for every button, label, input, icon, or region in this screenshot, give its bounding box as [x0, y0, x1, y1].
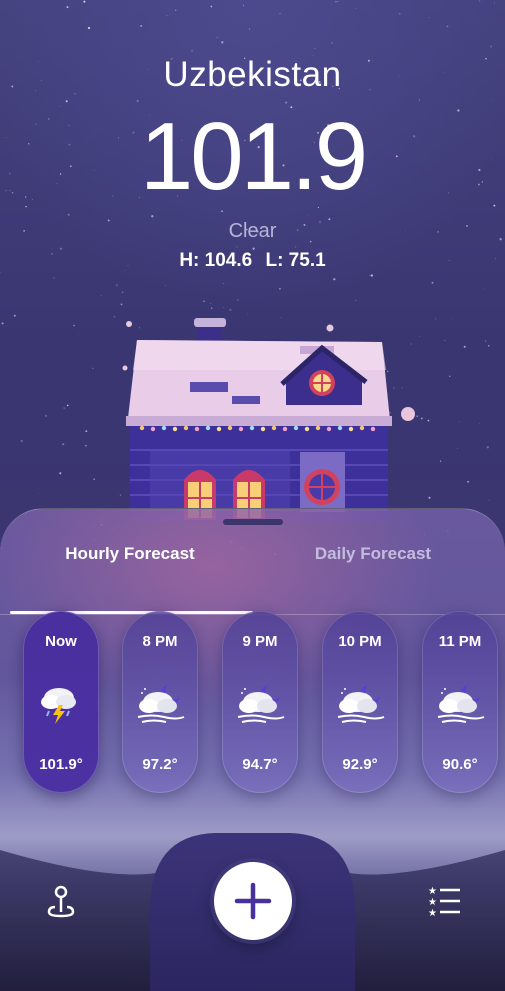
list-icon[interactable]: ★ ★ ★: [425, 882, 465, 922]
hourly-item-10pm[interactable]: 10 PM 92.9°: [322, 611, 398, 793]
night-cloud-wind-icon: [437, 685, 485, 723]
weather-screen: Uzbekistan 101.9 Clear H: 104.6 L: 75.1: [0, 0, 505, 991]
night-cloud-wind-icon: [237, 685, 285, 723]
hourly-time: Now: [45, 633, 77, 650]
hourly-time: 8 PM: [142, 633, 178, 650]
hourly-time: 9 PM: [242, 633, 278, 650]
hourly-temperature: 94.7°: [242, 756, 278, 773]
forecast-tabs: Hourly Forecast Daily Forecast: [0, 539, 505, 615]
hourly-temperature: 101.9°: [39, 756, 83, 773]
hourly-forecast-list: Now 101.9° 8 PM 97.2° 9 PM 94.7° 10 PM 9…: [0, 611, 505, 793]
house-illustration: [122, 318, 415, 522]
location-pin-icon[interactable]: [41, 882, 81, 922]
svg-text:★: ★: [428, 908, 437, 919]
location-name: Uzbekistan: [163, 55, 342, 94]
bottom-navigation: ★ ★ ★: [0, 830, 505, 991]
tab-daily-forecast[interactable]: Daily Forecast: [253, 539, 493, 569]
night-cloud-wind-icon: [137, 685, 185, 723]
hourly-time: 10 PM: [338, 633, 382, 650]
hourly-temperature: 92.9°: [342, 756, 378, 773]
hourly-temperature: 97.2°: [142, 756, 178, 773]
hourly-time: 11 PM: [438, 633, 482, 650]
hourly-item-now[interactable]: Now 101.9°: [23, 611, 99, 793]
hourly-item-9pm[interactable]: 9 PM 94.7°: [222, 611, 298, 793]
hourly-item-8pm[interactable]: 8 PM 97.2°: [122, 611, 198, 793]
tab-hourly-forecast[interactable]: Hourly Forecast: [10, 539, 250, 569]
weather-condition: Clear: [228, 220, 277, 242]
low-temperature: L: 75.1: [265, 250, 326, 271]
current-temperature: 101.9: [139, 103, 368, 210]
sheet-drag-handle[interactable]: [223, 519, 283, 525]
high-temperature: H: 104.6: [179, 250, 253, 271]
thunderstorm-icon: [41, 688, 76, 724]
plus-icon: [234, 882, 272, 920]
hourly-temperature: 90.6°: [442, 756, 478, 773]
svg-text:★: ★: [428, 897, 437, 908]
high-low: H: 104.6 L: 75.1: [0, 250, 505, 272]
night-cloud-wind-icon: [337, 685, 385, 723]
svg-text:★: ★: [428, 886, 437, 897]
hourly-item-11pm[interactable]: 11 PM 90.6°: [422, 611, 498, 793]
add-location-button[interactable]: [214, 862, 292, 940]
